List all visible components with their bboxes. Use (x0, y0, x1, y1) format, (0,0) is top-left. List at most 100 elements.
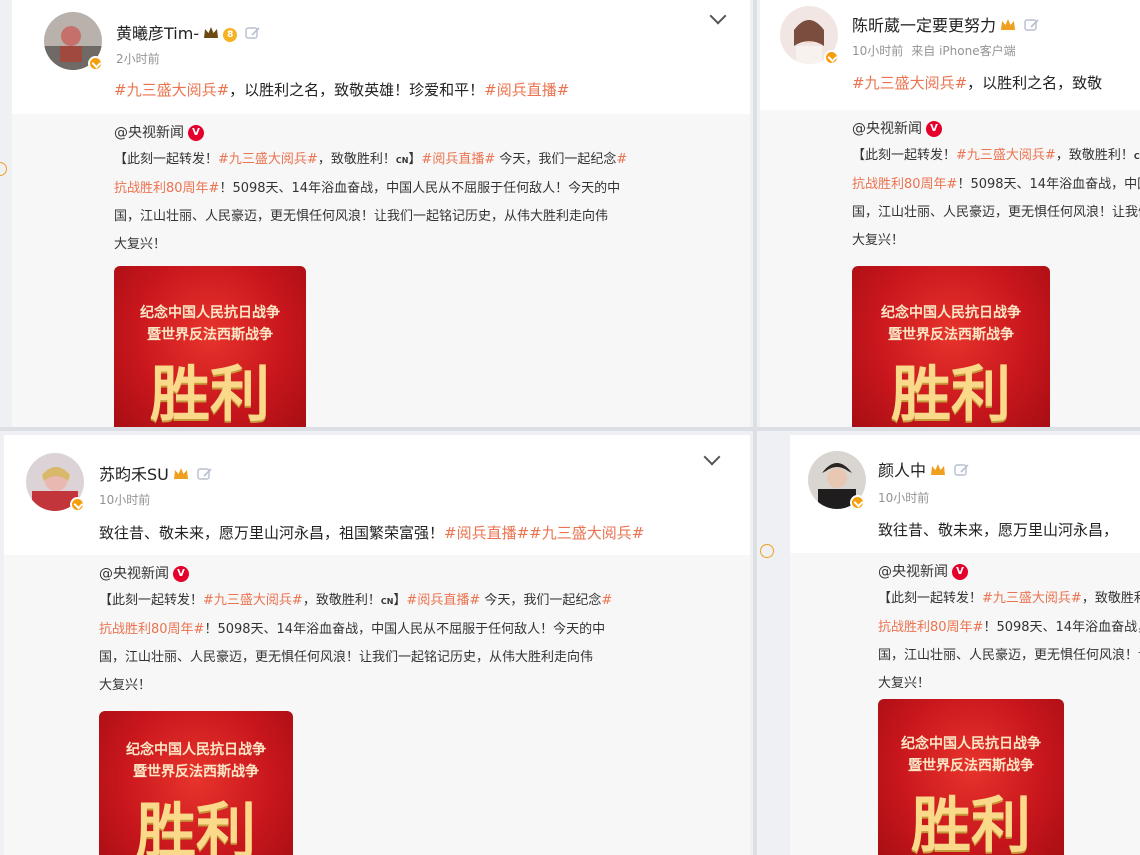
repost-line: 【此刻一起转发！#九三盛大阅兵#，致敬胜利！CN】#阅兵直播# 今天，我们一起纪… (878, 585, 1140, 614)
repost-line: 抗战胜利80周年#！5098天、14年浴血奋战，中国人民从不屈服于任何敌人！今天… (99, 616, 612, 644)
post-text-segment: 致往昔、敬未来，愿万里山河永昌，祖国繁荣富强！ (99, 524, 445, 542)
hashtag-link[interactable]: #九三盛大阅兵# (114, 81, 229, 99)
repost-author-name[interactable]: @央视新闻 (114, 125, 184, 141)
cn-flag-icon: CN (380, 597, 394, 606)
repost-card[interactable]: @央视新闻V 【此刻一起转发！#九三盛大阅兵#，致敬胜利！CN】#阅兵直播# 今… (4, 555, 750, 855)
victory-poster-image[interactable]: 纪念中国人民抗日战争 暨世界反法西斯战争 胜利 (852, 266, 1050, 427)
repost-line: 大复兴！ (878, 670, 1140, 698)
repost-text-segment: 】 (393, 593, 407, 608)
hashtag-link[interactable]: 抗战胜利80周年# (878, 620, 983, 635)
username-text[interactable]: 苏昀禾SU (99, 465, 169, 484)
repost-text: 【此刻一起转发！#九三盛大阅兵#，致敬胜利！CN】#阅兵直播# 今天，我们一起纪… (878, 585, 1140, 698)
repost-text: 【此刻一起转发！#九三盛大阅兵#，致敬胜利！CN】#阅兵直播# 今天，我们一起纪… (114, 146, 627, 259)
username[interactable]: 黄曦彦Tim- 8 (116, 20, 261, 44)
repost-text-segment: 国，江山壮丽、人民豪迈，更无惧任何风浪！让我们一起铭记历史，从伟大胜利走向伟 (852, 205, 1140, 220)
hashtag-link[interactable]: #九三盛大阅兵# (982, 591, 1082, 606)
post-card: 苏昀禾SU 10小时前 致往昔、敬未来，愿万里山河永昌，祖国繁荣富强！#阅兵直播… (4, 435, 750, 855)
edit-icon[interactable] (197, 466, 213, 485)
verified-v-icon: V (952, 564, 968, 580)
post-meta: 2小时前 (116, 50, 160, 67)
hashtag-link[interactable]: #阅兵直播##九三盛大阅兵# (444, 524, 644, 542)
repost-card[interactable]: @央视新闻V 【此刻一起转发！#九三盛大阅兵#，致敬胜利！CN】#阅兵直播# 今… (760, 110, 1140, 427)
repost-text-segment: 】 (408, 152, 422, 167)
post-text: #九三盛大阅兵#，以胜利之名，致敬英雄！珍爱和平！#阅兵直播# (114, 79, 569, 100)
post-source: 来自 iPhone客户端 (911, 44, 1016, 58)
username[interactable]: 苏昀禾SU (99, 461, 213, 485)
repost-line: 大复兴！ (99, 672, 612, 700)
chevron-down-icon[interactable] (709, 7, 727, 25)
poster-line-2: 暨世界反法西斯战争 (133, 764, 259, 780)
edit-icon[interactable] (954, 462, 970, 481)
edit-icon[interactable] (245, 25, 261, 44)
edit-icon[interactable] (1024, 17, 1040, 36)
poster-line-1: 纪念中国人民抗日战争 (881, 305, 1021, 321)
repost-text-segment: 今天，我们一起纪念 (480, 593, 602, 608)
repost-line: 国，江山壮丽、人民豪迈，更无惧任何风浪！让我们一起铭记历史，从伟大胜利走向伟 (99, 644, 612, 672)
hashtag-link[interactable]: # (601, 593, 612, 608)
poster-line-2: 暨世界反法西斯战争 (908, 758, 1034, 774)
repost-author-name[interactable]: @央视新闻 (878, 564, 948, 580)
chevron-down-icon[interactable] (703, 448, 721, 466)
hashtag-link[interactable]: #九三盛大阅兵# (852, 74, 967, 92)
victory-poster-image[interactable]: 纪念中国人民抗日战争 暨世界反法西斯战争 胜利 (99, 711, 293, 855)
poster-big-text: 胜利 (150, 360, 270, 427)
verified-badge-icon (88, 56, 103, 71)
post-card: 黄曦彦Tim- 8 2小时前 #九三盛大阅兵#，以胜利之名，致敬英雄！珍爱和平！#… (12, 0, 750, 427)
hashtag-link[interactable]: # (616, 152, 627, 167)
post-time[interactable]: 10小时前 (852, 44, 903, 58)
repost-line: 【此刻一起转发！#九三盛大阅兵#，致敬胜利！CN】#阅兵直播# 今天，我们一起纪… (114, 146, 627, 175)
repost-line: 抗战胜利80周年#！5098天、14年浴血奋战，中国人民从不屈服于任何敌人！今天… (878, 614, 1140, 642)
username-text[interactable]: 陈昕葳一定要更努力 (852, 16, 996, 35)
repost-text-segment: ！5098天、14年浴血奋战，中国人民从不屈服于任何敌人！今天的中 (219, 181, 621, 196)
repost-author-name[interactable]: @央视新闻 (99, 566, 169, 582)
repost-card[interactable]: @央视新闻V 【此刻一起转发！#九三盛大阅兵#，致敬胜利！CN】#阅兵直播# 今… (12, 114, 750, 427)
hashtag-link[interactable]: #阅兵直播# (421, 152, 495, 167)
post-text-segment: 致往昔、敬未来，愿万里山河永昌， (878, 521, 1119, 539)
repost-line: 国，江山壮丽、人民豪迈，更无惧任何风浪！让我们一起铭记历史，从伟大胜利走向伟 (852, 199, 1140, 227)
repost-author[interactable]: @央视新闻 V (99, 563, 189, 583)
poster-line-1: 纪念中国人民抗日战争 (126, 742, 266, 758)
victory-poster-image[interactable]: 纪念中国人民抗日战争 暨世界反法西斯战争 胜利 (114, 266, 306, 427)
poster-line-2: 暨世界反法西斯战争 (888, 327, 1014, 343)
repost-author[interactable]: @央视新闻 V (878, 561, 968, 581)
post-time[interactable]: 2小时前 (116, 52, 160, 66)
post-card: 颜人中 10小时前 致往昔、敬未来，愿万里山河永昌， @央视新闻 V 【此刻一起转… (790, 435, 1140, 855)
repost-text: 【此刻一起转发！#九三盛大阅兵#，致敬胜利！CN】#阅兵直播# 今天，我们一起纪… (99, 587, 612, 700)
hashtag-link[interactable]: 抗战胜利80周年# (99, 622, 204, 637)
repost-text-segment: 大复兴！ (114, 237, 167, 252)
username-text[interactable]: 黄曦彦Tim- (116, 24, 199, 43)
username[interactable]: 颜人中 (878, 457, 970, 481)
verified-badge-icon (850, 495, 865, 510)
verified-v-icon: V (173, 566, 189, 582)
username-text[interactable]: 颜人中 (878, 461, 926, 480)
repost-text-segment: 国，江山壮丽、人民豪迈，更无惧任何风浪！让我们一起铭记历史，从伟大胜利走向伟 (878, 648, 1140, 663)
hashtag-link[interactable]: #阅兵直播# (484, 81, 569, 99)
username[interactable]: 陈昕葳一定要更努力 (852, 12, 1040, 36)
repost-text-segment: 【此刻一起转发！ (114, 152, 219, 167)
post-meta: 10小时前 (99, 491, 150, 508)
repost-card[interactable]: @央视新闻V 【此刻一起转发！#九三盛大阅兵#，致敬胜利！CN】#阅兵直播# 今… (790, 553, 1140, 855)
repost-line: 国，江山壮丽、人民豪迈，更无惧任何风浪！让我们一起铭记历史，从伟大胜利走向伟 (114, 203, 627, 231)
post-time[interactable]: 10小时前 (99, 493, 150, 507)
repost-text-segment: 国，江山壮丽、人民豪迈，更无惧任何风浪！让我们一起铭记历史，从伟大胜利走向伟 (114, 209, 609, 224)
repost-text-segment: 大复兴！ (852, 233, 905, 248)
hashtag-link[interactable]: #九三盛大阅兵# (203, 593, 303, 608)
hashtag-link[interactable]: #九三盛大阅兵# (956, 148, 1056, 163)
hashtag-link[interactable]: #九三盛大阅兵# (218, 152, 318, 167)
hashtag-link[interactable]: 抗战胜利80周年# (852, 177, 957, 192)
victory-poster-image[interactable]: 纪念中国人民抗日战争 暨世界反法西斯战争 胜利 (878, 699, 1064, 855)
side-indicator-icon (760, 544, 774, 558)
repost-author-name[interactable]: @央视新闻 (852, 121, 922, 137)
repost-text-segment: ，致敬胜利！ (1081, 591, 1140, 606)
repost-author[interactable]: @央视新闻 V (114, 122, 204, 142)
post-meta: 10小时前 来自 iPhone客户端 (852, 42, 1016, 59)
post-time[interactable]: 10小时前 (878, 491, 929, 505)
repost-text: 【此刻一起转发！#九三盛大阅兵#，致敬胜利！CN】#阅兵直播# 今天，我们一起纪… (852, 142, 1140, 255)
verified-badge-icon (70, 497, 85, 512)
hashtag-link[interactable]: 抗战胜利80周年# (114, 181, 219, 196)
repost-text-segment: ，致敬胜利！ (1055, 148, 1134, 163)
repost-text-segment: ！5098天、14年浴血奋战，中国人民从不屈服于任何敌人！今天的中 (983, 620, 1140, 635)
repost-author[interactable]: @央视新闻 V (852, 118, 942, 138)
hashtag-link[interactable]: #阅兵直播# (406, 593, 480, 608)
poster-big-text: 胜利 (136, 797, 256, 855)
